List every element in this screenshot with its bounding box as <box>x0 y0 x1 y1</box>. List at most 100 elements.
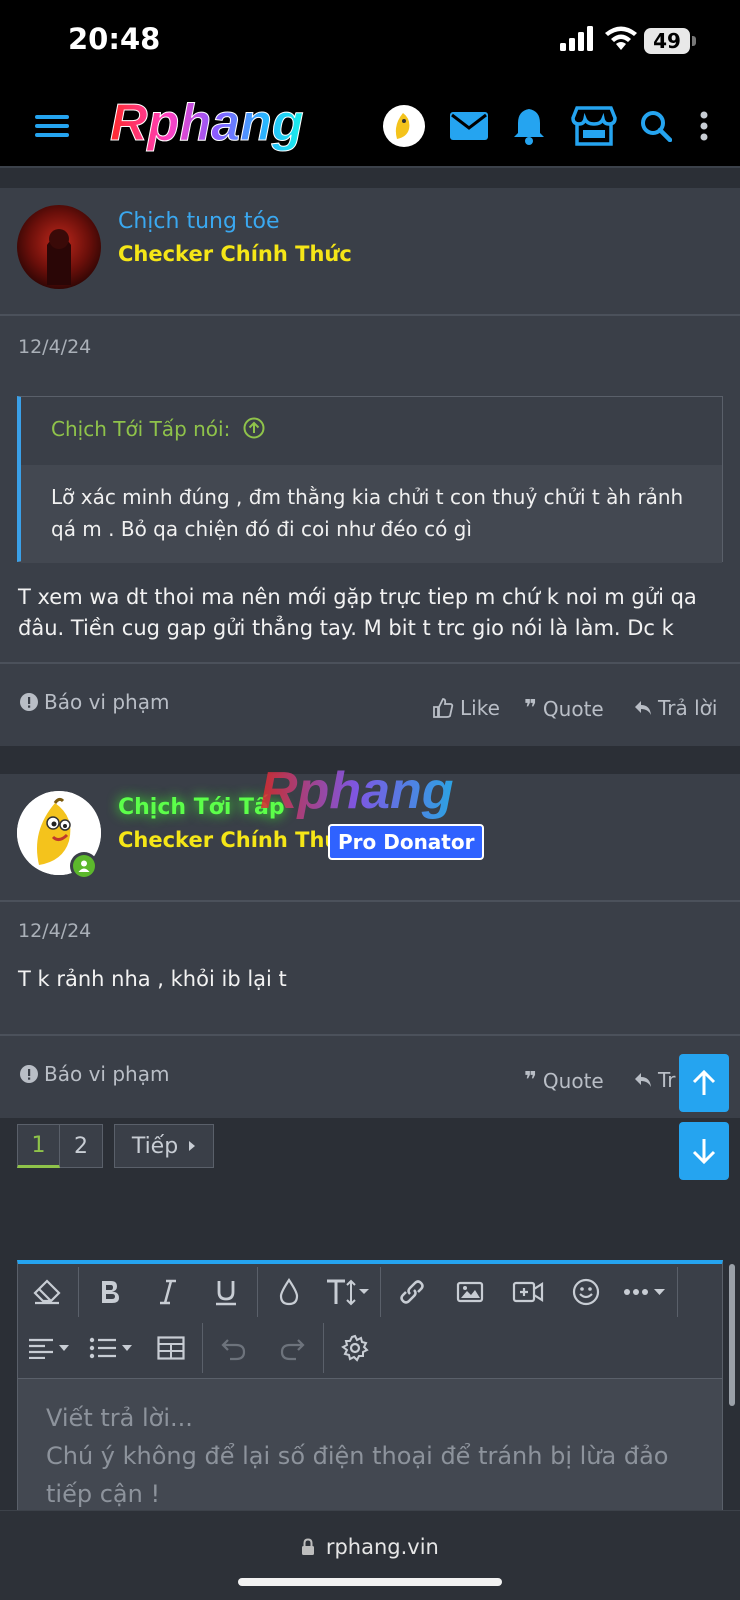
quote-block: Chịch Tới Tấp nói: Lỡ xác minh đúng , đm… <box>17 396 723 563</box>
reply-editor: Viết trả lời... Chú ý không để lại số đi… <box>17 1260 723 1518</box>
reply-textarea[interactable]: Viết trả lời... Chú ý không để lại số đi… <box>18 1378 722 1518</box>
battery-tip <box>692 36 696 46</box>
url-text[interactable]: rphang.vin <box>326 1535 439 1559</box>
next-label[interactable]: Tiếp <box>132 1134 178 1159</box>
reply-button[interactable]: Tr <box>634 1068 676 1092</box>
italic-icon[interactable] <box>139 1264 197 1320</box>
toolbar-separator <box>323 1323 324 1373</box>
quote-author[interactable]: Chịch Tới Tấp nói: <box>51 417 230 441</box>
lock-icon <box>302 1538 315 1555</box>
link-icon[interactable] <box>383 1264 441 1320</box>
menu-icon[interactable] <box>30 104 74 148</box>
avatar[interactable] <box>17 205 101 289</box>
post-message: T k rảnh nha , khỏi ib lại t <box>18 967 287 991</box>
site-logo[interactable]: Rphang <box>106 92 334 156</box>
undo-icon[interactable] <box>205 1320 263 1376</box>
color-drop-icon[interactable] <box>260 1264 318 1320</box>
post-date[interactable]: 12/4/24 <box>18 336 91 358</box>
eraser-icon[interactable] <box>18 1264 76 1320</box>
toolbar-separator <box>202 1323 203 1373</box>
arrow-up-circle-icon[interactable] <box>243 417 265 439</box>
battery-level: 49 <box>644 28 690 54</box>
smiley-icon[interactable] <box>557 1264 615 1320</box>
quote-label[interactable]: Quote <box>543 697 604 721</box>
post-header: Chịch tung tóe Checker Chính Thức <box>0 188 740 316</box>
settings-gear-icon[interactable] <box>326 1320 384 1376</box>
scroll-bottom-button[interactable] <box>679 1122 729 1180</box>
caret-right-icon <box>189 1141 196 1151</box>
editor-placeholder: Viết trả lời... Chú ý không để lại số đi… <box>46 1404 669 1508</box>
toolbar-separator <box>257 1267 258 1317</box>
report-label[interactable]: Báo vi phạm <box>44 1062 169 1086</box>
username[interactable]: Chịch tung tóe <box>118 208 280 234</box>
align-icon[interactable] <box>18 1320 80 1376</box>
user-title: Checker Chính Thức <box>118 242 352 266</box>
thumbs-up-icon <box>433 698 454 718</box>
pro-donator-badge: Pro Donator <box>328 824 485 860</box>
like-label[interactable]: Like <box>460 696 500 720</box>
browser-url-bar[interactable]: rphang.vin <box>0 1510 740 1600</box>
arrow-down-icon <box>692 1139 716 1165</box>
bell-icon[interactable] <box>508 104 550 148</box>
alert-circle-icon <box>20 1065 38 1083</box>
post-2: Chịch Tới Tấp Checker Chính Thức Pro Don… <box>0 774 740 1118</box>
page-1[interactable]: 1 <box>17 1124 60 1168</box>
toolbar-separator <box>677 1267 678 1317</box>
watermark-logo: Rphang <box>260 762 454 820</box>
more-vertical-icon[interactable] <box>690 104 718 148</box>
user-avatar[interactable] <box>382 104 426 148</box>
quote-button[interactable]: ❞ Quote <box>524 696 604 721</box>
editor-scrollbar[interactable] <box>729 1264 735 1406</box>
next-page-button[interactable]: Tiếp <box>114 1124 214 1168</box>
quote-icon: ❞ <box>524 696 537 721</box>
bold-icon[interactable] <box>81 1264 139 1320</box>
image-icon[interactable] <box>441 1264 499 1320</box>
redo-icon[interactable] <box>263 1320 321 1376</box>
quote-header[interactable]: Chịch Tới Tấp nói: <box>21 397 722 465</box>
cellular-signal-icon <box>560 26 593 51</box>
mail-icon[interactable] <box>446 104 492 148</box>
reply-icon <box>635 1073 651 1087</box>
status-bar: 20:48 49 <box>0 0 740 84</box>
store-icon[interactable] <box>568 104 620 148</box>
quote-button[interactable]: ❞ Quote <box>524 1068 604 1093</box>
quote-icon: ❞ <box>524 1068 537 1093</box>
video-icon[interactable] <box>499 1264 557 1320</box>
user-title: Checker Chính Thức <box>118 828 352 852</box>
username-text[interactable]: Chịch tung tóe <box>118 209 280 234</box>
report-label[interactable]: Báo vi phạm <box>44 690 169 714</box>
arrow-up-icon <box>692 1069 716 1095</box>
reply-button[interactable]: Trả lời <box>634 696 717 720</box>
pagination-next: Tiếp <box>114 1124 214 1168</box>
reply-label[interactable]: Tr <box>658 1068 676 1092</box>
table-icon[interactable] <box>142 1320 200 1376</box>
quote-label[interactable]: Quote <box>543 1069 604 1093</box>
alert-circle-icon <box>20 693 38 711</box>
font-size-icon[interactable] <box>318 1264 378 1320</box>
toolbar-separator <box>380 1267 381 1317</box>
reply-label[interactable]: Trả lời <box>658 696 717 720</box>
status-time: 20:48 <box>68 22 161 56</box>
logo-text: Rphang <box>110 94 304 152</box>
toolbar-separator <box>78 1267 79 1317</box>
reply-icon <box>635 701 651 715</box>
report-button[interactable]: Báo vi phạm <box>20 690 169 714</box>
underline-icon[interactable] <box>197 1264 255 1320</box>
url-display[interactable]: rphang.vin <box>0 1535 740 1559</box>
post-footer: Báo vi phạm ❞ Quote Tr <box>0 1034 740 1118</box>
list-icon[interactable] <box>80 1320 142 1376</box>
post-message: T xem wa dt thoi ma nên mới gặp trực tie… <box>18 585 697 640</box>
post-date[interactable]: 12/4/24 <box>18 920 91 942</box>
more-options-icon[interactable] <box>615 1264 675 1320</box>
like-button[interactable]: Like <box>432 696 500 720</box>
scroll-top-button[interactable] <box>679 1054 729 1112</box>
post-footer: Báo vi phạm Like ❞ Quote Trả lời <box>0 662 740 746</box>
toolbar-row-1 <box>18 1264 680 1320</box>
quote-text: Lỡ xác minh đúng , đm thằng kia chửi t c… <box>21 465 722 563</box>
pagination: 1 2 <box>17 1124 103 1168</box>
report-button[interactable]: Báo vi phạm <box>20 1062 169 1086</box>
online-status-icon <box>70 852 98 880</box>
page-2[interactable]: 2 <box>60 1124 103 1168</box>
toolbar-row-2 <box>18 1320 384 1376</box>
search-icon[interactable] <box>636 104 676 148</box>
